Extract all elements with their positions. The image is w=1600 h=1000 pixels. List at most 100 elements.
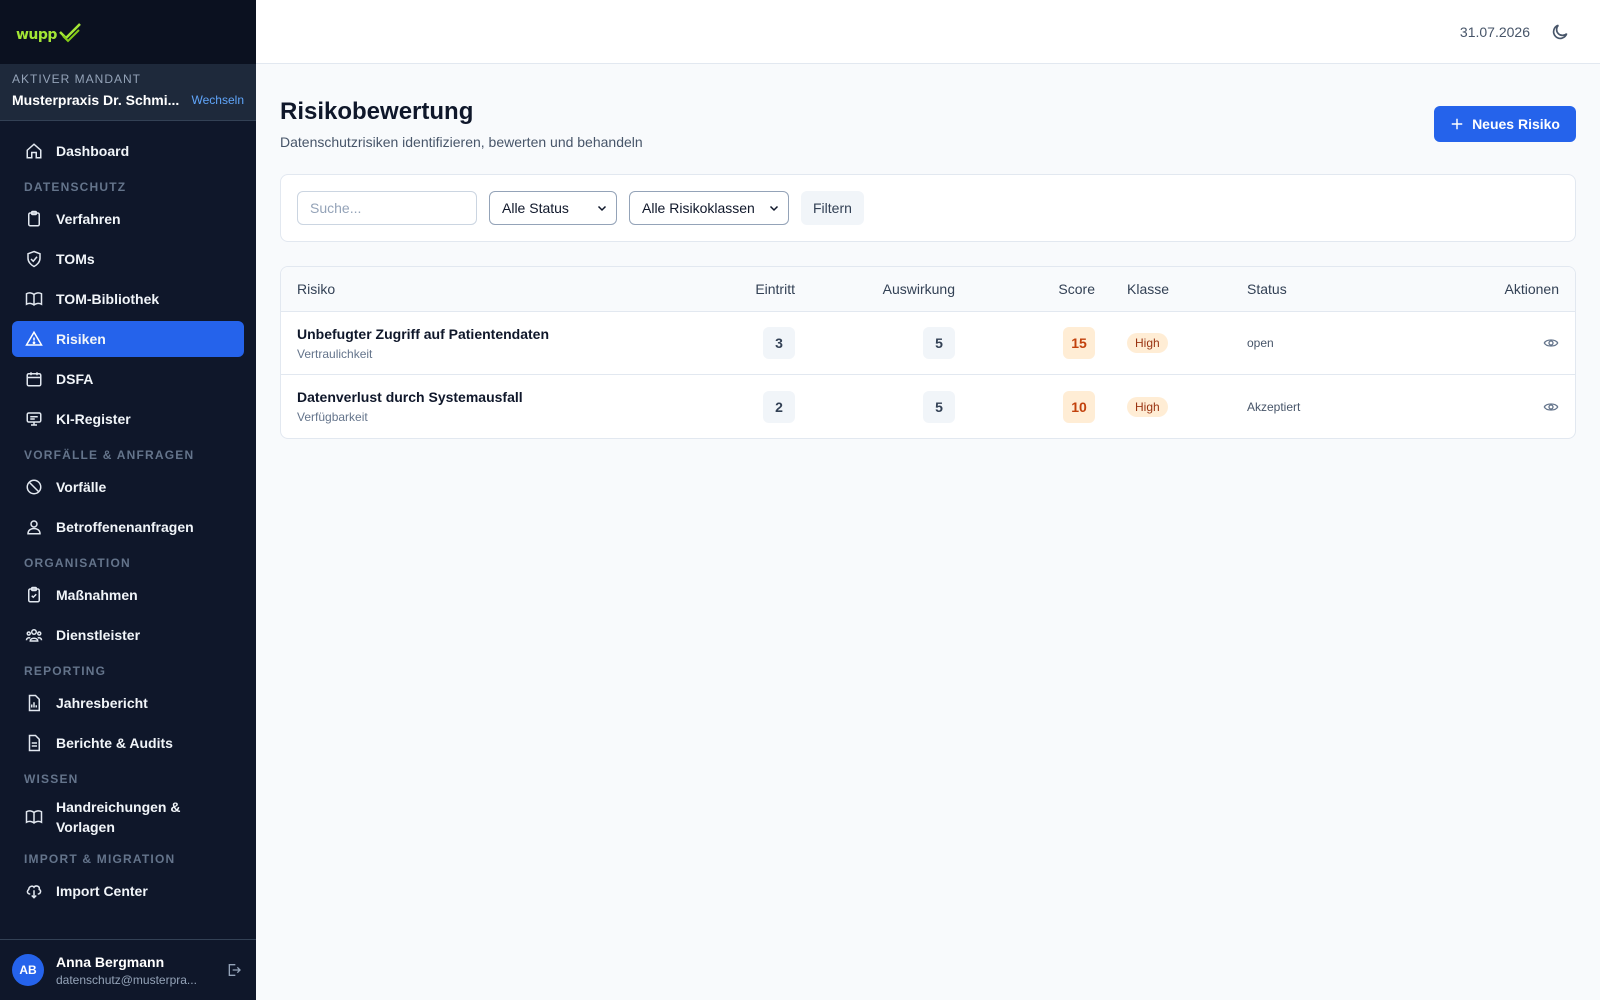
table-header: Risiko Eintritt Auswirkung Score Klasse … — [281, 267, 1575, 312]
risk-title[interactable]: Datenverlust durch Systemausfall — [297, 389, 685, 405]
logo-bar: wupp — [0, 0, 256, 64]
filter-button[interactable]: Filtern — [801, 191, 864, 225]
sidebar: wupp Aktiver Mandant Musterpraxis Dr. Sc… — [0, 0, 256, 1000]
class-badge: High — [1127, 396, 1168, 417]
sidebar-item-label-line2: Vorlagen — [56, 819, 115, 835]
status-select[interactable]: Alle Status — [489, 191, 617, 225]
app-logo[interactable]: wupp — [16, 21, 83, 43]
table-row[interactable]: Unbefugter Zugriff auf Patientendaten Ve… — [281, 312, 1575, 375]
logout-icon[interactable] — [224, 960, 244, 980]
sidebar-item-dsfa[interactable]: DSFA — [12, 361, 244, 397]
sidebar-item-massnahmen[interactable]: Maßnahmen — [12, 577, 244, 613]
nav-section-import: Import & Migration — [24, 852, 176, 866]
sidebar-item-ki-register[interactable]: KI-Register — [12, 401, 244, 437]
user-name: Anna Bergmann — [56, 953, 165, 970]
sidebar-nav: Dashboard Datenschutz Verfahren TOMs TOM… — [0, 121, 256, 925]
sidebar-item-label: Import Center — [56, 883, 148, 899]
sidebar-item-berichte[interactable]: Berichte & Audits — [12, 725, 244, 761]
risk-table: Risiko Eintritt Auswirkung Score Klasse … — [280, 266, 1576, 439]
sidebar-item-label: Berichte & Audits — [56, 735, 173, 751]
nav-section-wissen: Wissen — [24, 772, 79, 786]
document-icon — [24, 733, 44, 753]
risk-category: Vertraulichkeit — [297, 346, 373, 361]
plus-icon — [1450, 117, 1464, 131]
sidebar-item-label: TOM-Bibliothek — [56, 291, 160, 307]
ban-icon — [24, 477, 44, 497]
table-row[interactable]: Datenverlust durch Systemausfall Verfügb… — [281, 375, 1575, 438]
mandant-panel: Aktiver Mandant Musterpraxis Dr. Schmi..… — [0, 64, 256, 121]
sidebar-item-tom-bibliothek[interactable]: TOM-Bibliothek — [12, 281, 244, 317]
clipboard-icon — [24, 209, 44, 229]
home-icon — [24, 141, 44, 161]
status-text: open — [1247, 336, 1274, 350]
class-badge: High — [1127, 333, 1168, 353]
col-occurrence: Eintritt — [755, 281, 795, 297]
page-title: Risikobewertung — [280, 98, 474, 125]
sidebar-item-label: KI-Register — [56, 411, 131, 427]
sidebar-item-label: Dienstleister — [56, 627, 141, 643]
sidebar-item-dienstleister[interactable]: Dienstleister — [12, 617, 244, 653]
search-input[interactable] — [297, 191, 477, 225]
sidebar-item-risiken[interactable]: Risiken — [12, 321, 244, 357]
status-text: Akzeptiert — [1247, 399, 1301, 414]
clipboard-check-icon — [24, 585, 44, 605]
eye-icon[interactable] — [1543, 335, 1559, 351]
nav-section-datenschutz: Datenschutz — [24, 180, 127, 194]
mandant-switch-link[interactable]: Wechseln — [192, 93, 244, 107]
sidebar-item-handreichungen[interactable]: Handreichungen & Vorlagen — [12, 793, 244, 841]
sidebar-item-betroffenenanfragen[interactable]: Betroffenenanfragen — [12, 509, 244, 545]
col-class: Klasse — [1127, 281, 1170, 297]
report-chart-icon — [24, 693, 44, 713]
mandant-label: Aktiver Mandant — [12, 72, 142, 86]
sidebar-item-toms[interactable]: TOMs — [12, 241, 244, 277]
col-impact: Auswirkung — [882, 281, 955, 297]
new-risk-label: Neues Risiko — [1472, 116, 1560, 132]
col-actions: Aktionen — [1504, 281, 1559, 297]
sidebar-item-label: Verfahren — [56, 211, 121, 227]
nav-section-reporting: Reporting — [24, 664, 107, 678]
impact-value: 5 — [923, 327, 955, 359]
impact-value: 5 — [923, 390, 955, 423]
sidebar-item-jahresbericht[interactable]: Jahresbericht — [12, 685, 244, 721]
class-select-value: Alle Risikoklassen — [642, 200, 755, 216]
moon-icon[interactable] — [1550, 22, 1570, 42]
page-subtitle: Datenschutzrisiken identifizieren, bewer… — [280, 134, 643, 150]
chevron-down-icon — [768, 202, 780, 214]
new-risk-button[interactable]: Neues Risiko — [1434, 106, 1576, 142]
avatar[interactable]: AB — [12, 954, 44, 986]
score-value: 10 — [1063, 390, 1095, 423]
book-open-icon — [24, 807, 44, 827]
nav-section-organisation: Organisation — [24, 556, 131, 570]
occurrence-value: 2 — [763, 390, 795, 423]
logo-text: wupp — [16, 27, 57, 43]
risk-title[interactable]: Unbefugter Zugriff auf Patientendaten — [297, 326, 685, 342]
status-select-value: Alle Status — [502, 200, 569, 216]
class-select[interactable]: Alle Risikoklassen — [629, 191, 789, 225]
nav-section-vorfaelle: Vorfälle & Anfragen — [24, 448, 195, 462]
filter-bar: Alle Status Alle Risikoklassen Filtern — [280, 174, 1576, 242]
sidebar-item-label: TOMs — [56, 251, 95, 267]
sidebar-item-label: Dashboard — [56, 143, 130, 159]
score-value: 15 — [1063, 327, 1095, 359]
cloud-download-icon — [24, 881, 44, 901]
logo-check-icon — [59, 23, 81, 43]
mandant-name: Musterpraxis Dr. Schmi... — [12, 92, 180, 108]
sidebar-item-vorfaelle[interactable]: Vorfälle — [12, 469, 244, 505]
shield-icon — [24, 249, 44, 269]
user-panel: AB Anna Bergmann datenschutz@musterpra..… — [0, 939, 256, 1000]
chevron-down-icon — [596, 202, 608, 214]
sidebar-item-verfahren[interactable]: Verfahren — [12, 201, 244, 237]
sidebar-item-label: Jahresbericht — [56, 695, 148, 711]
user-icon — [24, 517, 44, 537]
monitor-icon — [24, 409, 44, 429]
book-icon — [24, 289, 44, 309]
calendar-icon — [24, 369, 44, 389]
eye-icon[interactable] — [1543, 399, 1559, 415]
col-risk: Risiko — [297, 281, 336, 297]
warning-icon — [24, 329, 44, 349]
col-status: Status — [1247, 281, 1287, 297]
risk-category: Verfügbarkeit — [297, 410, 368, 424]
sidebar-item-import-center[interactable]: Import Center — [12, 873, 244, 909]
col-score: Score — [1058, 281, 1095, 297]
sidebar-item-dashboard[interactable]: Dashboard — [12, 133, 244, 169]
